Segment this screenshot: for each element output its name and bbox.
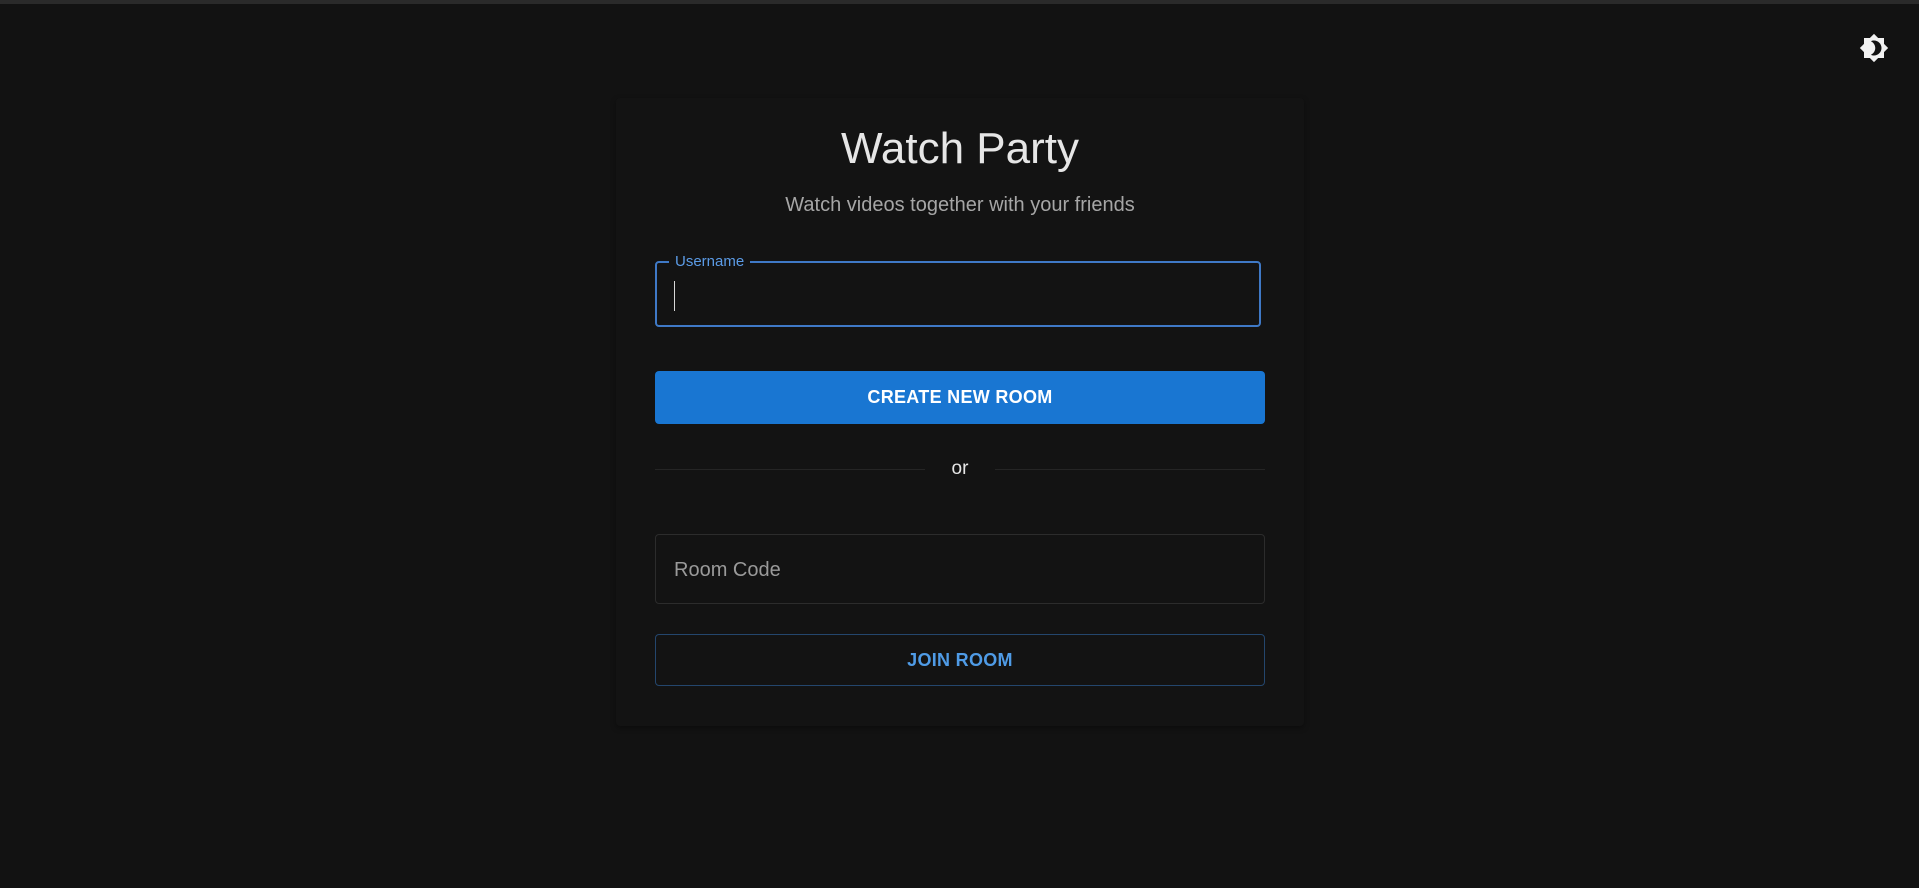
room-code-field[interactable] — [655, 534, 1265, 604]
divider-line-right — [995, 469, 1265, 470]
room-code-input[interactable] — [672, 553, 1246, 587]
create-room-button[interactable]: CREATE NEW ROOM — [655, 371, 1265, 424]
page-subtitle: Watch videos together with your friends — [785, 194, 1135, 216]
page-title: Watch Party — [841, 124, 1079, 173]
window-top-border — [0, 0, 1919, 4]
theme-toggle-button[interactable] — [1858, 33, 1890, 68]
username-label: Username — [669, 253, 751, 271]
text-cursor — [674, 281, 675, 311]
username-field[interactable]: Username — [655, 253, 1261, 327]
brightness-icon — [1859, 33, 1889, 68]
or-divider: or — [655, 458, 1265, 480]
join-room-button[interactable]: JOIN ROOM — [655, 634, 1265, 686]
join-card: Watch Party Watch videos together with y… — [616, 98, 1304, 726]
username-input[interactable] — [673, 279, 1247, 311]
